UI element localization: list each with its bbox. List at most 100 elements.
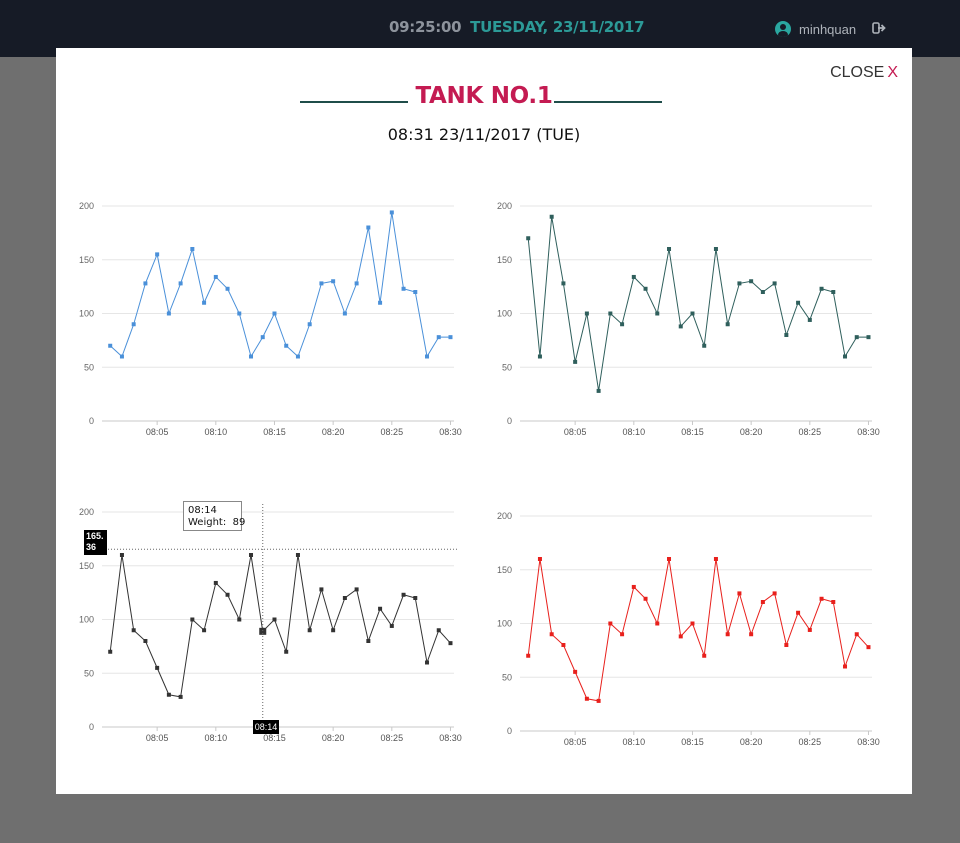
data-point[interactable]	[448, 335, 453, 340]
data-point[interactable]	[854, 632, 859, 637]
data-point[interactable]	[436, 628, 441, 633]
data-point[interactable]	[108, 343, 113, 348]
data-point[interactable]	[342, 311, 347, 316]
data-point[interactable]	[749, 632, 754, 637]
data-point[interactable]	[584, 311, 589, 316]
data-point[interactable]	[819, 286, 824, 291]
data-point[interactable]	[272, 617, 277, 622]
data-point[interactable]	[713, 247, 718, 251]
data-point[interactable]	[389, 623, 394, 628]
data-point[interactable]	[178, 694, 183, 699]
data-point[interactable]	[772, 591, 777, 596]
data-point[interactable]	[631, 584, 636, 589]
data-point[interactable]	[737, 281, 742, 286]
data-point[interactable]	[307, 628, 312, 633]
close-button[interactable]: CLOSE X	[830, 64, 898, 82]
data-point[interactable]	[202, 300, 207, 305]
data-point[interactable]	[143, 281, 148, 286]
user-menu[interactable]: minhquan	[775, 19, 856, 39]
data-point[interactable]	[448, 641, 453, 646]
logout-icon[interactable]	[872, 22, 886, 34]
data-point[interactable]	[143, 639, 148, 643]
data-point[interactable]	[549, 632, 554, 637]
data-point[interactable]	[737, 591, 742, 596]
data-point[interactable]	[108, 649, 113, 654]
data-point[interactable]	[425, 660, 430, 665]
data-point[interactable]	[831, 290, 836, 294]
data-point[interactable]	[620, 322, 625, 327]
data-point[interactable]	[237, 617, 242, 622]
data-point[interactable]	[655, 621, 660, 626]
legend-item[interactable]: Temperature (°C)	[644, 767, 729, 768]
data-point[interactable]	[760, 600, 765, 604]
data-point[interactable]	[573, 669, 578, 674]
data-point[interactable]	[237, 311, 242, 316]
legend-item[interactable]: Liquid Level (mm)	[226, 457, 314, 458]
data-point[interactable]	[584, 696, 589, 701]
data-point[interactable]	[190, 247, 195, 251]
data-point[interactable]	[866, 645, 871, 650]
data-point[interactable]	[796, 610, 801, 615]
data-point[interactable]	[784, 643, 789, 647]
data-point[interactable]	[561, 281, 566, 286]
data-point[interactable]	[155, 252, 160, 257]
data-point[interactable]	[608, 621, 613, 626]
data-point[interactable]	[690, 621, 695, 626]
data-point[interactable]	[413, 596, 418, 600]
data-point[interactable]	[225, 592, 230, 597]
data-point[interactable]	[213, 580, 218, 585]
legend-item[interactable]: Weight	[226, 763, 270, 764]
data-point[interactable]	[190, 617, 195, 622]
data-point[interactable]	[537, 557, 542, 561]
data-point[interactable]	[366, 639, 371, 643]
data-point[interactable]	[131, 322, 136, 327]
data-point[interactable]	[319, 281, 324, 286]
data-point[interactable]	[596, 698, 601, 703]
data-point[interactable]	[166, 692, 171, 697]
data-point[interactable]	[436, 335, 441, 340]
data-point[interactable]	[749, 279, 754, 284]
data-point[interactable]	[713, 557, 718, 561]
data-point[interactable]	[131, 628, 136, 633]
data-point[interactable]	[549, 214, 554, 219]
data-point[interactable]	[295, 553, 300, 557]
data-point[interactable]	[354, 281, 359, 286]
data-point[interactable]	[537, 354, 542, 359]
data-point[interactable]	[378, 300, 383, 305]
data-point[interactable]	[249, 553, 254, 557]
data-point[interactable]	[155, 665, 160, 670]
data-point[interactable]	[225, 286, 230, 291]
legend-item[interactable]: Volume	[644, 457, 690, 458]
data-point[interactable]	[331, 628, 336, 633]
data-point[interactable]	[843, 664, 848, 669]
data-point[interactable]	[213, 274, 218, 279]
data-point[interactable]	[702, 653, 707, 658]
data-point[interactable]	[573, 359, 578, 364]
data-point[interactable]	[526, 236, 531, 241]
data-point[interactable]	[119, 553, 124, 557]
data-point[interactable]	[331, 279, 336, 284]
data-point[interactable]	[631, 274, 636, 279]
data-point[interactable]	[678, 634, 683, 639]
data-point[interactable]	[643, 596, 648, 601]
data-point[interactable]	[725, 632, 730, 637]
data-point[interactable]	[796, 300, 801, 305]
data-point[interactable]	[401, 592, 406, 597]
data-point[interactable]	[272, 311, 277, 316]
data-point[interactable]	[620, 632, 625, 637]
data-point[interactable]	[295, 354, 300, 359]
data-point[interactable]	[678, 324, 683, 329]
data-point[interactable]	[667, 247, 672, 251]
data-point[interactable]	[284, 343, 289, 348]
data-point[interactable]	[413, 290, 418, 294]
data-point[interactable]	[166, 311, 171, 316]
data-point[interactable]	[378, 606, 383, 611]
data-point[interactable]	[655, 311, 660, 316]
data-point[interactable]	[643, 286, 648, 291]
data-point[interactable]	[425, 354, 430, 359]
data-point[interactable]	[202, 628, 207, 633]
data-point[interactable]	[608, 311, 613, 316]
data-point[interactable]	[772, 281, 777, 286]
data-point[interactable]	[561, 643, 566, 647]
data-point[interactable]	[784, 333, 789, 337]
